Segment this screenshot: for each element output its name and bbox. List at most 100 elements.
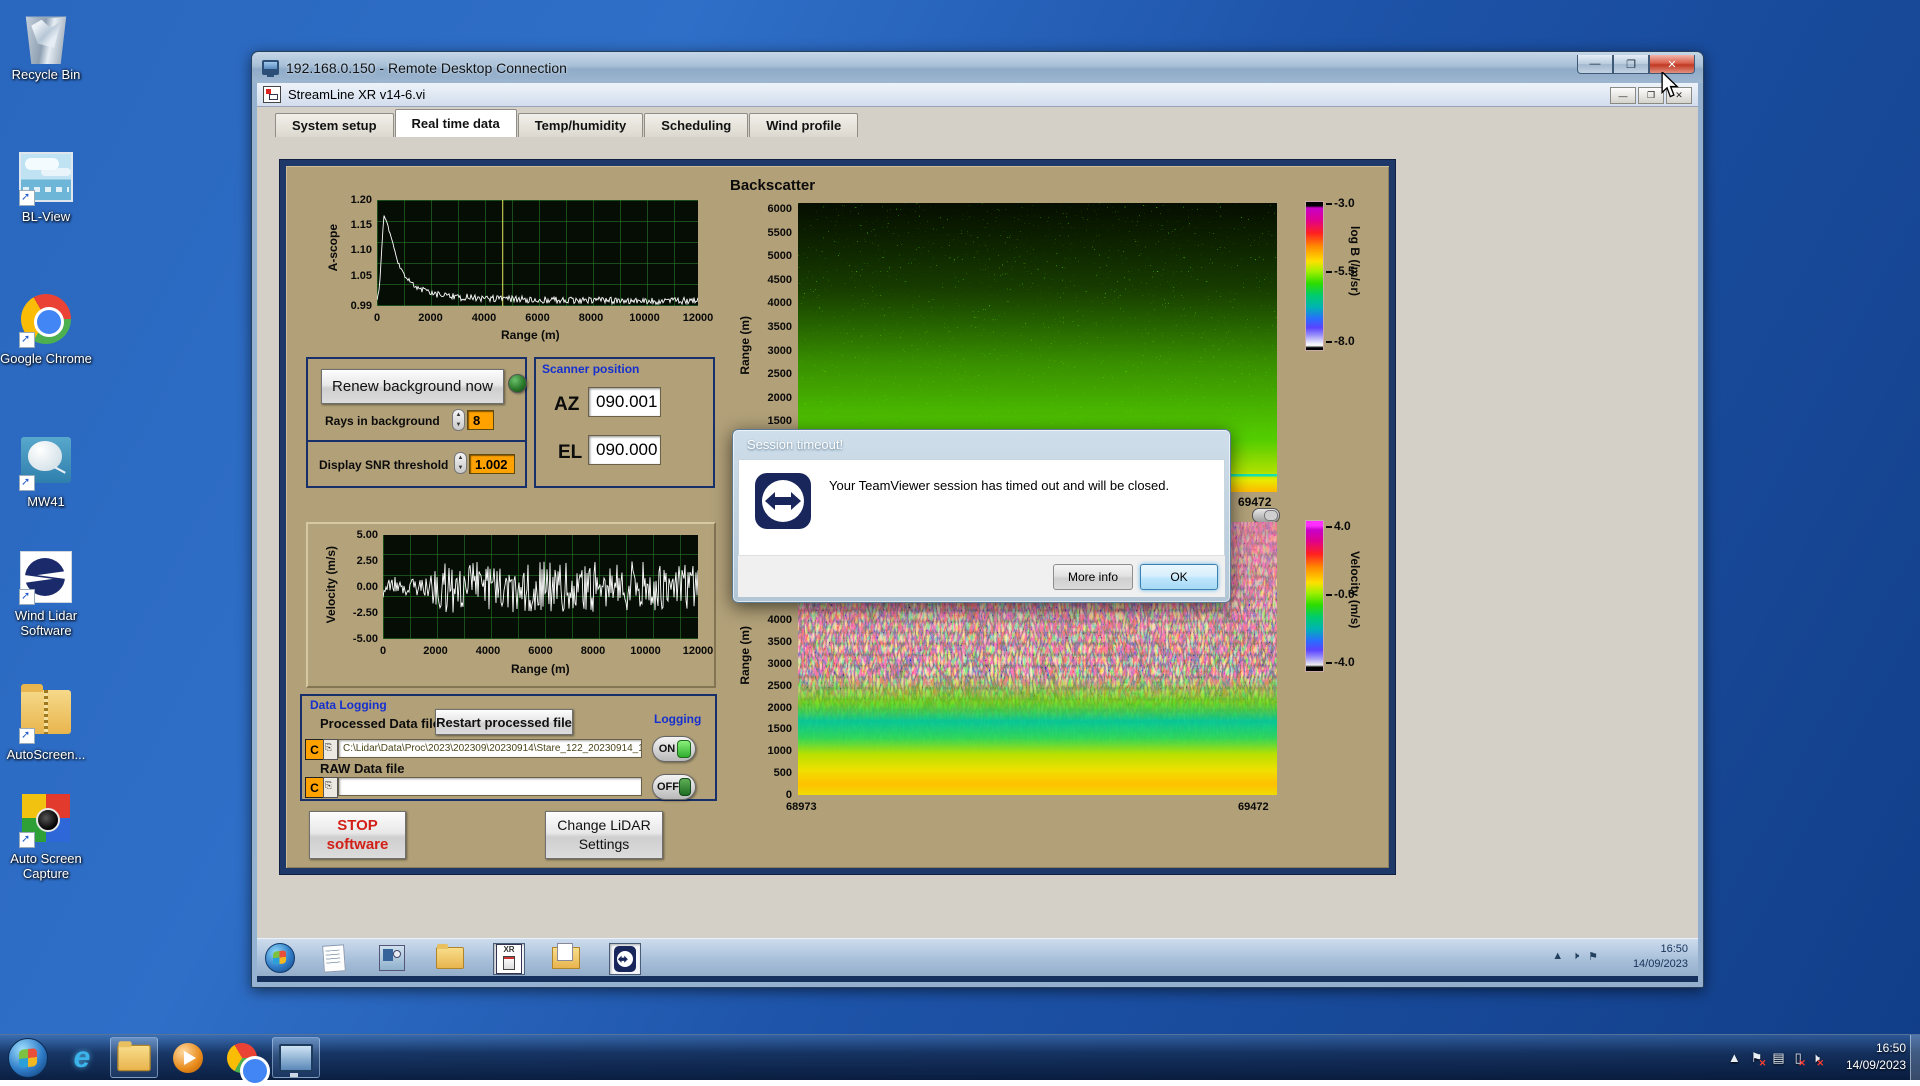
remote-taskbar-streamline-xr[interactable]: XR xyxy=(493,943,525,975)
backscatter-colorbar-tick: -8.0 xyxy=(1326,334,1355,348)
taskbar-chrome[interactable] xyxy=(218,1037,270,1086)
desktop-icon-blview[interactable]: BL-View xyxy=(0,148,101,224)
tab-real-time-data[interactable]: Real time data xyxy=(394,109,517,137)
remote-taskbar-notepad[interactable] xyxy=(319,943,349,973)
tab-wind-profile[interactable]: Wind profile xyxy=(749,113,859,137)
remote-taskbar-app[interactable] xyxy=(377,943,407,973)
start-button[interactable] xyxy=(8,1038,48,1078)
snr-spinner[interactable]: ▲ ▼ xyxy=(454,452,467,474)
velocity-heatmap-x-start: 68973 xyxy=(786,801,817,813)
tray-action-center-icon[interactable]: ⚑ ✕ xyxy=(1751,1050,1767,1068)
streamline-xr-icon: XR xyxy=(496,944,522,974)
velocity-heatmap-ytick: 1500 xyxy=(767,723,792,736)
taskbar-media-player[interactable] xyxy=(164,1037,212,1078)
velocity-xtick: 4000 xyxy=(475,645,501,657)
backscatter-ytick: 5000 xyxy=(767,250,792,263)
tray-network-icon[interactable]: ▯ ✕ xyxy=(1795,1050,1806,1068)
ascope-xtick: 6000 xyxy=(525,312,550,324)
remote-taskbar[interactable]: XR ▲ 🕨 ⚑ 16:50 14/09/2023 xyxy=(257,938,1698,976)
az-value-field[interactable]: 090.001 xyxy=(588,387,661,417)
remote-taskbar-teamviewer[interactable] xyxy=(609,943,641,975)
taskbar-remote-desktop[interactable] xyxy=(272,1037,320,1078)
rays-value-field[interactable]: 8 xyxy=(467,410,494,430)
tab-system-setup[interactable]: System setup xyxy=(275,113,394,137)
velocity-heatmap-ytick: 1000 xyxy=(767,745,792,758)
shortcut-arrow-icon xyxy=(19,475,35,491)
scanner-position-group-box xyxy=(534,357,715,488)
processed-data-file-path[interactable]: C:\Lidar\Data\Proc\2023\202309\20230914\… xyxy=(338,739,642,758)
streamline-minimize-button[interactable]: — xyxy=(1610,87,1636,104)
desktop-icon-label: AutoScreen... xyxy=(6,747,86,762)
tab-scheduling[interactable]: Scheduling xyxy=(644,113,749,137)
remote-volume-icon[interactable]: 🕨 xyxy=(1572,950,1579,963)
tray-volume-icon[interactable]: 🕨 ✕ xyxy=(1812,1050,1824,1068)
velocity-heatmap-ytick: 4000 xyxy=(767,614,792,627)
session-timeout-dialog[interactable]: Session timeout! Your TeamViewer session… xyxy=(732,429,1231,603)
show-desktop-button[interactable] xyxy=(1910,1035,1920,1080)
taskbar-windows-explorer[interactable] xyxy=(110,1037,158,1078)
processed-browse-icon[interactable] xyxy=(323,739,338,760)
raw-drive-letter-box[interactable]: C xyxy=(305,777,324,798)
minimize-button[interactable]: — xyxy=(1577,55,1613,74)
backscatter-ytick: 6000 xyxy=(767,203,792,215)
asc-icon xyxy=(19,794,73,848)
remote-taskbar-files[interactable] xyxy=(551,943,581,973)
desktop-icon-mw41[interactable]: MW41 xyxy=(0,433,101,509)
ok-button[interactable]: OK xyxy=(1140,564,1218,590)
remote-clock[interactable]: 16:50 14/09/2023 xyxy=(1633,942,1688,972)
restart-processed-file-button[interactable]: Restart processed file xyxy=(435,709,573,735)
files-icon xyxy=(552,943,580,969)
velocity-heatmap-ytick: 500 xyxy=(773,767,792,780)
shortcut-arrow-icon xyxy=(19,832,35,848)
rdp-window-title: 192.168.0.150 - Remote Desktop Connectio… xyxy=(286,59,567,76)
processed-logging-on-toggle[interactable]: ON xyxy=(652,736,696,762)
backscatter-ytick: 3000 xyxy=(767,344,792,357)
remote-tray-expand-icon[interactable]: ▲ xyxy=(1552,950,1563,963)
remote-taskbar-folder[interactable] xyxy=(435,943,465,973)
tab-temp-humidity[interactable]: Temp/humidity xyxy=(517,113,644,137)
chrome-icon xyxy=(19,294,73,348)
remote-action-center-flag-icon[interactable]: ⚑ xyxy=(1588,950,1598,963)
host-clock-date: 14/09/2023 xyxy=(1845,1058,1906,1072)
streamline-titlebar[interactable]: StreamLine XR v14-6.vi — ❐ ✕ xyxy=(257,83,1698,107)
remote-clock-time: 16:50 xyxy=(1660,943,1688,955)
desktop-icon-asc[interactable]: Auto Screen Capture xyxy=(0,791,101,881)
ascope-xtick: 8000 xyxy=(578,312,604,324)
desktop-icon-recycle[interactable]: Recycle Bin xyxy=(0,10,101,82)
remote-clock-date: 14/09/2023 xyxy=(1632,958,1688,970)
velocity-ytick: 5.00 xyxy=(356,529,378,541)
raw-logging-off-toggle[interactable]: OFF xyxy=(652,774,696,800)
desktop-icon-chrome[interactable]: Google Chrome xyxy=(0,292,101,366)
el-value-field[interactable]: 090.000 xyxy=(588,435,661,465)
snr-value-field[interactable]: 1.002 xyxy=(469,454,515,474)
renew-background-button[interactable]: Renew background now xyxy=(321,369,504,404)
logging-title: Logging xyxy=(654,712,702,726)
host-taskbar[interactable]: e ▲ ⚑ ✕ ▤ ▯ ✕ 🕨 ✕ 16:50 14/09/2023 xyxy=(0,1034,1920,1086)
velocity-heatmap-ytick: 2500 xyxy=(767,679,792,692)
dialog-title: Session timeout! xyxy=(747,437,844,452)
maximize-button[interactable]: ❐ xyxy=(1613,55,1649,74)
change-button-line2: Settings xyxy=(578,836,630,852)
tray-clipboard-icon[interactable]: ▤ xyxy=(1772,1050,1784,1066)
on-toggle-label: ON xyxy=(658,743,676,755)
backscatter-ytick: 2000 xyxy=(767,391,792,404)
velocity-heatmap-ytick: 2000 xyxy=(767,701,792,714)
rays-spinner[interactable]: ▲ ▼ xyxy=(452,409,465,431)
backscatter-ytick: 5500 xyxy=(767,226,792,239)
stop-software-button[interactable]: STOP software xyxy=(309,811,406,859)
velocity-xtick: 10000 xyxy=(630,645,661,657)
heatmap-scale-toggle[interactable] xyxy=(1252,508,1280,523)
velocity-ytick: -5.00 xyxy=(352,633,378,645)
raw-browse-icon[interactable] xyxy=(323,777,338,798)
taskbar-internet-explorer[interactable]: e xyxy=(58,1037,106,1078)
raw-data-file-path[interactable] xyxy=(338,777,642,796)
host-clock[interactable]: 16:50 14/09/2023 xyxy=(1846,1040,1906,1074)
processed-drive-letter-box[interactable]: C xyxy=(305,739,324,760)
remote-start-button[interactable] xyxy=(265,943,295,973)
rdp-titlebar[interactable]: 192.168.0.150 - Remote Desktop Connectio… xyxy=(252,52,1703,83)
more-info-button[interactable]: More info xyxy=(1053,564,1133,590)
desktop-icon-zipfolder[interactable]: AutoScreen... xyxy=(0,684,101,762)
change-lidar-settings-button[interactable]: Change LiDAR Settings xyxy=(545,811,663,859)
desktop-icon-windlidar[interactable]: Wind Lidar Software xyxy=(0,549,101,638)
tray-expand-icon[interactable]: ▲ xyxy=(1728,1050,1741,1065)
